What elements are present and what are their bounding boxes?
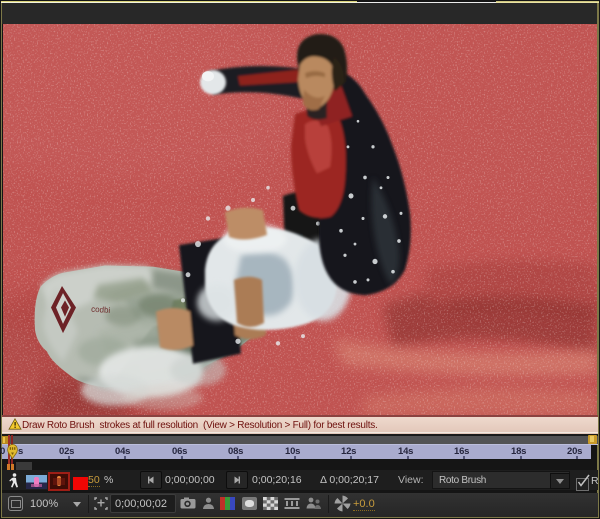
svg-text:codbi: codbi xyxy=(91,305,111,315)
